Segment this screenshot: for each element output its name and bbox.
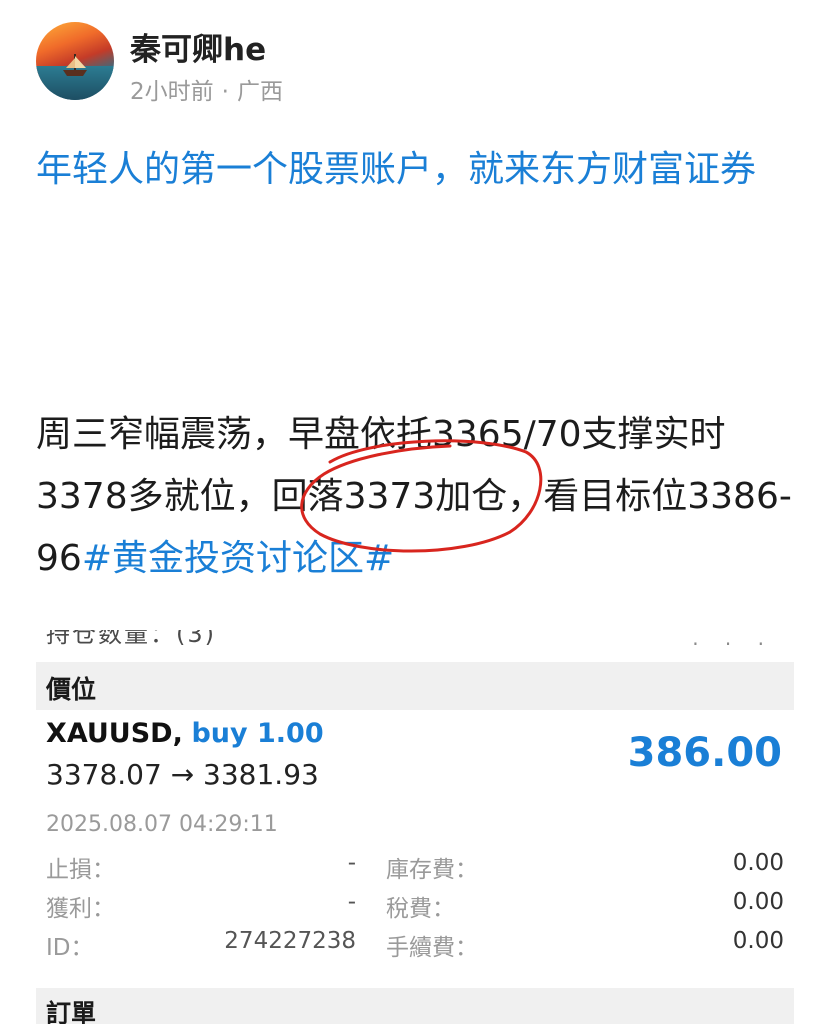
post-header: 秦可卿he 2小时前 · 广西 (36, 22, 796, 106)
section-title: 價位 (46, 675, 97, 704)
position-datetime: 2025.08.07 04:29:11 (46, 812, 278, 837)
boat-icon (63, 54, 87, 76)
promo-link[interactable]: 年轻人的第一个股票账户，就来东方财富证券 (36, 142, 804, 198)
position-symbol-line[interactable]: XAUUSD, buy 1.00 (46, 718, 324, 749)
cut-top-text: 持仓数量：(3) (46, 630, 216, 648)
position-price-move: 3378.07 → 3381.93 (46, 758, 319, 791)
post-location: 广西 (236, 79, 283, 105)
swap-label: 庫存費： (386, 857, 478, 883)
next-section-title: 訂單 (46, 999, 97, 1024)
post-time: 2小时前 (130, 79, 214, 105)
detail-row: 止損： - 庫存費： 0.00 (46, 850, 784, 884)
position-symbol: XAUUSD, (46, 718, 183, 749)
post-meta: 2小时前 · 广西 (130, 72, 283, 106)
avatar[interactable] (36, 22, 114, 100)
tax-value: 0.00 (732, 889, 784, 915)
author-name[interactable]: 秦可卿he (130, 24, 266, 69)
tax-label: 稅費： (386, 896, 455, 922)
hashtag-link[interactable]: #黄金投资讨论区# (82, 538, 394, 579)
post-body: 周三窄幅震荡，早盘依托3365/70支撑实时3378多就位，回落3373加仓，看… (36, 404, 806, 590)
order-id-label: ID： (46, 935, 94, 961)
detail-row: ID： 274227238 手續費： 0.00 (46, 928, 784, 962)
position-side: buy 1.00 (191, 718, 324, 749)
commission-label: 手續費： (386, 935, 478, 961)
trade-screenshot: 持仓数量：(3) · · · 價位 XAUUSD, buy 1.00 386.0… (36, 630, 794, 1024)
take-profit-label: 獲利： (46, 896, 115, 922)
cut-top-row: 持仓数量：(3) · · · (46, 630, 786, 656)
stop-loss-value: - (347, 850, 356, 876)
swap-value: 0.00 (732, 850, 784, 876)
take-profit-value: - (347, 889, 356, 915)
position-profit: 386.00 (627, 730, 782, 776)
commission-value: 0.00 (732, 928, 784, 954)
cut-top-dots: · · · (692, 632, 774, 656)
section-header-orders: 訂單 (36, 988, 794, 1024)
detail-row: 獲利： - 稅費： 0.00 (46, 889, 784, 923)
stop-loss-label: 止損： (46, 857, 115, 883)
order-id-value: 274227238 (224, 928, 356, 954)
section-header-price: 價位 (36, 662, 794, 710)
meta-separator: · (221, 79, 229, 105)
